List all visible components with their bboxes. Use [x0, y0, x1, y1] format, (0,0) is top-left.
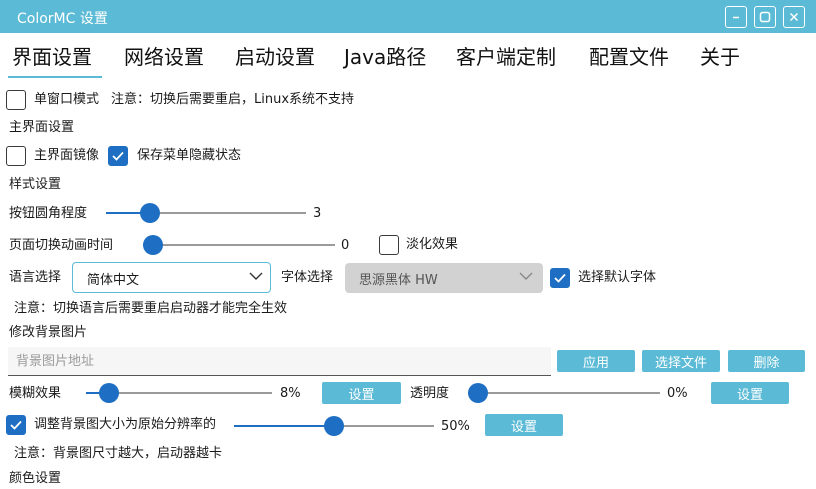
slider-track: [143, 244, 335, 246]
close-button[interactable]: [783, 6, 805, 28]
fade-effect-checkbox[interactable]: [379, 235, 399, 255]
button-radius-value: 3: [313, 206, 322, 221]
active-tab-indicator: [8, 76, 102, 78]
page-anim-label: 页面切换动画时间: [9, 238, 114, 253]
chevron-down-icon: [249, 272, 263, 280]
resize-background-value: 50%: [441, 419, 470, 434]
minimize-icon: [733, 16, 739, 19]
blur-label: 模糊效果: [9, 386, 62, 401]
save-menu-hidden-label: 保存菜单隐藏状态: [137, 148, 242, 163]
opacity-set-button[interactable]: 设置: [711, 382, 789, 404]
delete-button[interactable]: 删除: [728, 350, 805, 372]
slider-thumb[interactable]: [143, 235, 163, 255]
font-label: 字体选择: [281, 270, 334, 285]
tab-launch-settings[interactable]: 启动设置: [235, 41, 315, 70]
close-icon: [789, 12, 799, 22]
main-mirror-checkbox[interactable]: [6, 146, 26, 166]
page-anim-slider[interactable]: [143, 235, 335, 255]
blur-set-button[interactable]: 设置: [322, 382, 401, 404]
tab-bar: 界面设置 网络设置 启动设置 Java路径 客户端定制 配置文件 关于: [0, 33, 816, 81]
main-section-heading: 主界面设置: [9, 120, 75, 135]
tab-client-custom[interactable]: 客户端定制: [456, 41, 556, 70]
default-font-label: 选择默认字体: [578, 270, 657, 285]
button-radius-slider[interactable]: [106, 203, 306, 223]
language-label: 语言选择: [9, 270, 62, 285]
language-select-value: 简体中文: [87, 273, 140, 288]
maximize-button[interactable]: [754, 6, 776, 28]
chevron-down-icon: [519, 272, 533, 280]
resize-background-checkbox[interactable]: [6, 415, 26, 435]
check-icon: [10, 420, 22, 430]
save-menu-hidden-checkbox[interactable]: [108, 146, 128, 166]
check-icon: [112, 151, 124, 161]
opacity-slider[interactable]: [468, 383, 660, 403]
main-mirror-label: 主界面镜像: [34, 148, 100, 163]
background-path-input[interactable]: [16, 351, 536, 371]
page-anim-value: 0: [341, 238, 350, 253]
resize-set-button[interactable]: 设置: [485, 414, 563, 436]
background-note: 注意：背景图尺寸越大，启动器越卡: [14, 446, 223, 461]
tab-java-path[interactable]: Java路径: [344, 41, 426, 70]
fade-effect-label: 淡化效果: [406, 237, 459, 252]
maximize-icon: [759, 11, 771, 23]
apply-button[interactable]: 应用: [557, 350, 635, 372]
style-section-heading: 样式设置: [9, 177, 62, 192]
opacity-value: 0%: [667, 386, 688, 401]
background-path-field[interactable]: [8, 347, 551, 376]
button-radius-label: 按钮圆角程度: [9, 206, 88, 221]
blur-slider[interactable]: [86, 383, 272, 403]
slider-thumb[interactable]: [140, 203, 161, 223]
resize-background-slider[interactable]: [234, 416, 434, 436]
window-title: ColorMC 设置: [17, 11, 108, 27]
choose-file-button[interactable]: 选择文件: [642, 350, 720, 372]
slider-thumb[interactable]: [99, 383, 120, 403]
tab-ui-settings[interactable]: 界面设置: [12, 41, 92, 70]
single-window-checkbox[interactable]: [6, 90, 26, 110]
tab-about[interactable]: 关于: [700, 41, 740, 70]
minimize-button[interactable]: [725, 6, 747, 28]
language-note: 注意：切换语言后需要重启启动器才能完全生效: [14, 301, 288, 316]
check-icon: [554, 273, 566, 283]
color-section-heading: 颜色设置: [9, 471, 62, 486]
font-select[interactable]: 思源黑体 HW: [345, 263, 543, 293]
slider-fill: [234, 425, 334, 427]
background-section-heading: 修改背景图片: [9, 325, 88, 340]
slider-thumb[interactable]: [468, 383, 488, 403]
default-font-checkbox[interactable]: [550, 268, 570, 288]
font-select-value: 思源黑体 HW: [359, 273, 438, 288]
opacity-label: 透明度: [410, 386, 450, 401]
single-window-note: 注意：切换后需要重启，Linux系统不支持: [111, 92, 355, 107]
slider-thumb[interactable]: [324, 416, 344, 436]
blur-value: 8%: [280, 386, 301, 401]
tab-network-settings[interactable]: 网络设置: [124, 41, 204, 70]
title-bar: ColorMC 设置: [0, 0, 816, 33]
tab-config-files[interactable]: 配置文件: [589, 41, 669, 70]
slider-track: [468, 392, 660, 394]
resize-background-label: 调整背景图大小为原始分辨率的: [34, 417, 217, 432]
language-select[interactable]: 简体中文: [72, 262, 271, 293]
single-window-label: 单窗口模式: [34, 92, 100, 107]
